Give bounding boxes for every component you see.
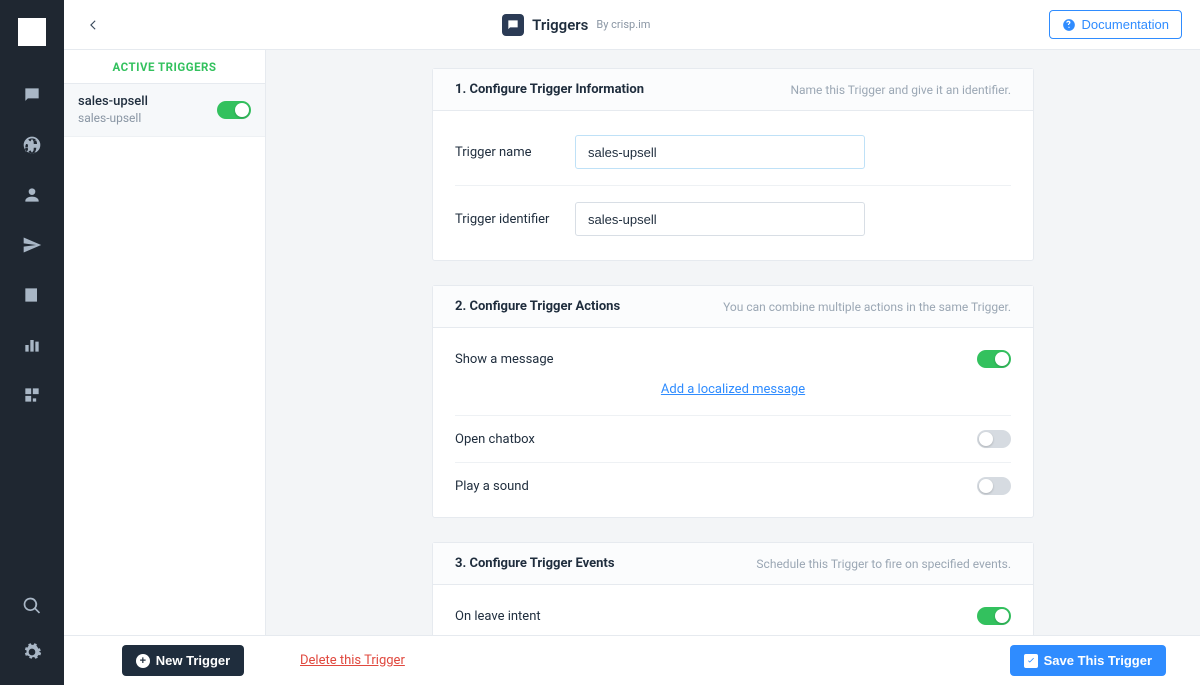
globe-icon[interactable]: [21, 134, 43, 156]
back-button[interactable]: [82, 14, 104, 36]
topbar-title-group: Triggers By crisp.im: [104, 14, 1049, 36]
save-trigger-button[interactable]: Save This Trigger: [1010, 645, 1166, 676]
send-icon[interactable]: [21, 234, 43, 256]
delete-trigger-link[interactable]: Delete this Trigger: [300, 653, 405, 668]
user-icon[interactable]: [21, 184, 43, 206]
app-main: Triggers By crisp.im Documentation ACTIV…: [64, 0, 1200, 685]
new-trigger-label: New Trigger: [156, 653, 230, 668]
documentation-label: Documentation: [1082, 17, 1169, 32]
trigger-item-identifier: sales-upsell: [78, 111, 217, 127]
on-leave-intent-toggle[interactable]: [977, 607, 1011, 625]
search-icon[interactable]: [21, 595, 43, 617]
card-trigger-actions: 2. Configure Trigger Actions You can com…: [432, 285, 1034, 518]
body: ACTIVE TRIGGERS sales-upsell sales-upsel…: [64, 50, 1200, 635]
open-chatbox-label: Open chatbox: [455, 432, 977, 447]
content-scroll[interactable]: 1. Configure Trigger Information Name th…: [266, 50, 1200, 635]
trigger-name-input[interactable]: [575, 135, 865, 169]
card-info-title: 1. Configure Trigger Information: [455, 82, 790, 97]
card-actions-title: 2. Configure Trigger Actions: [455, 299, 723, 314]
settings-icon[interactable]: [21, 641, 43, 663]
nav-top: [21, 84, 43, 595]
chat-icon[interactable]: [21, 84, 43, 106]
apps-icon[interactable]: [21, 384, 43, 406]
open-chatbox-toggle[interactable]: [977, 430, 1011, 448]
trigger-item-name: sales-upsell: [78, 94, 217, 111]
on-leave-intent-label: On leave intent: [455, 609, 977, 624]
page-subtitle: By crisp.im: [596, 18, 650, 31]
trigger-identifier-label: Trigger identifier: [455, 212, 575, 227]
app-icon: [502, 14, 524, 36]
logo[interactable]: [18, 18, 46, 46]
card-actions-help: You can combine multiple actions in the …: [723, 300, 1011, 314]
trigger-enabled-toggle[interactable]: [217, 101, 251, 119]
documentation-button[interactable]: Documentation: [1049, 10, 1182, 39]
page-title: Triggers: [532, 16, 588, 34]
book-icon[interactable]: [21, 284, 43, 306]
nav-rail: [0, 0, 64, 685]
show-message-toggle[interactable]: [977, 350, 1011, 368]
topbar: Triggers By crisp.im Documentation: [64, 0, 1200, 50]
card-trigger-events: 3. Configure Trigger Events Schedule thi…: [432, 542, 1034, 635]
play-sound-toggle[interactable]: [977, 477, 1011, 495]
card-info-help: Name this Trigger and give it an identif…: [790, 83, 1011, 97]
play-sound-label: Play a sound: [455, 479, 977, 494]
save-trigger-label: Save This Trigger: [1044, 653, 1152, 668]
add-localized-message-link[interactable]: Add a localized message: [661, 382, 805, 397]
trigger-identifier-input[interactable]: [575, 202, 865, 236]
nav-bottom: [21, 595, 43, 685]
chart-icon[interactable]: [21, 334, 43, 356]
trigger-name-label: Trigger name: [455, 145, 575, 160]
new-trigger-button[interactable]: + New Trigger: [122, 645, 244, 676]
check-icon: [1024, 654, 1038, 668]
card-events-help: Schedule this Trigger to fire on specifi…: [756, 557, 1011, 571]
plus-icon: +: [136, 654, 150, 668]
triggers-sidebar: ACTIVE TRIGGERS sales-upsell sales-upsel…: [64, 50, 266, 635]
card-events-title: 3. Configure Trigger Events: [455, 556, 756, 571]
footer: + New Trigger Delete this Trigger Save T…: [64, 635, 1200, 685]
sidebar-header: ACTIVE TRIGGERS: [64, 50, 265, 84]
card-trigger-info: 1. Configure Trigger Information Name th…: [432, 68, 1034, 261]
trigger-list-item[interactable]: sales-upsell sales-upsell: [64, 84, 265, 137]
show-message-label: Show a message: [455, 352, 977, 367]
